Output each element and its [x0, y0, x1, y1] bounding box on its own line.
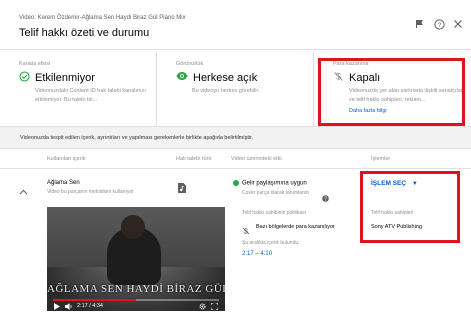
settings-icon[interactable]	[199, 303, 206, 311]
close-icon[interactable]	[451, 17, 465, 31]
video-progress-fill	[53, 299, 136, 301]
page-title: Telif hakkı özeti ve durumu	[19, 27, 150, 39]
video-progress-bar[interactable]	[53, 299, 219, 301]
help-icon[interactable]: ?	[322, 189, 329, 207]
policy-value: Bazı bölgelerde para kazanılıyor	[256, 224, 335, 230]
svg-text:?: ?	[437, 21, 441, 28]
policy-label: Telif hakkı sahibinin politikası	[242, 210, 307, 216]
effect-title-text: Gelir paylaşımına uygun	[242, 180, 307, 187]
found-range-link[interactable]: 2:17 – 4:10	[242, 251, 272, 257]
status-dot-icon	[233, 180, 239, 186]
flag-icon[interactable]	[413, 17, 427, 31]
card-title: Etkilenmiyor	[19, 71, 95, 85]
effect-subtitle: Cover parça olarak tanımlandı	[242, 190, 309, 196]
video-frame-figure-head	[121, 215, 145, 239]
header-content: Kullanılan içerik	[47, 156, 86, 162]
claims-table-header: Kullanılan içerik Hak talebi türü Video …	[0, 149, 471, 169]
highlight-box-monetization	[318, 58, 465, 126]
card-description: Bu videoyu herkes görebilir.	[192, 88, 260, 94]
card-title-text: Herkese açık	[193, 71, 258, 84]
video-controls: 2:17 / 4:34	[47, 302, 225, 311]
highlight-box-actions	[360, 171, 460, 243]
check-circle-icon	[19, 71, 30, 85]
card-title-text: Etkilenmiyor	[35, 72, 95, 84]
play-icon[interactable]	[54, 303, 60, 311]
header-actions: İşlemler	[371, 156, 391, 162]
fullscreen-icon[interactable]	[210, 302, 219, 311]
notice-text: Videonuzda tespit edilen içerik, ayrıntı…	[20, 135, 254, 141]
music-note-document-icon	[178, 180, 186, 198]
found-label: Şu aralıkta içerik bulundu:	[242, 240, 300, 246]
no-dollar-icon: $	[242, 222, 250, 240]
video-overlay-title: AĞLAMA SEN HAYDİ BİRAZ GÜL	[47, 283, 225, 295]
content-notice: Videonuzda tespit edilen içerik, ayrıntı…	[0, 127, 471, 149]
song-subtitle: Video bu parçanın melodisini kullanıyor	[47, 189, 134, 195]
video-title-line: Video: Kerem Özdemir-Ağlama Sen Haydi Bi…	[19, 15, 186, 21]
card-title: Herkese açık	[176, 71, 257, 84]
volume-icon[interactable]	[65, 303, 73, 311]
card-description: Videonuzdaki Content ID hak talebi kanal…	[35, 88, 146, 103]
help-icon[interactable]: ?	[432, 17, 446, 31]
card-visibility: Görünürlük Herkese açık Bu videoyu herke…	[157, 51, 314, 127]
song-title: Ağlama Sen	[47, 180, 80, 186]
card-label: Kanala etkisi	[19, 61, 51, 67]
video-time: 2:17 / 4:34	[77, 303, 103, 309]
effect-title: Gelir paylaşımına uygun	[233, 180, 307, 187]
header-impact: Video üzerindeki etki	[231, 156, 282, 162]
video-player[interactable]: AĞLAMA SEN HAYDİ BİRAZ GÜL 2:17 / 4:34	[47, 207, 225, 311]
card-label: Görünürlük	[176, 61, 204, 67]
collapse-chevron-icon[interactable]	[19, 182, 28, 200]
svg-text:?: ?	[324, 196, 327, 202]
card-channel-impact: Kanala etkisi Etkilenmiyor Videonuzdaki …	[0, 51, 157, 127]
dialog-header: Video: Kerem Özdemir-Ağlama Sen Haydi Bi…	[0, 0, 471, 50]
eye-icon	[176, 71, 188, 84]
header-claim-type: Hak talebi türü	[176, 156, 212, 162]
